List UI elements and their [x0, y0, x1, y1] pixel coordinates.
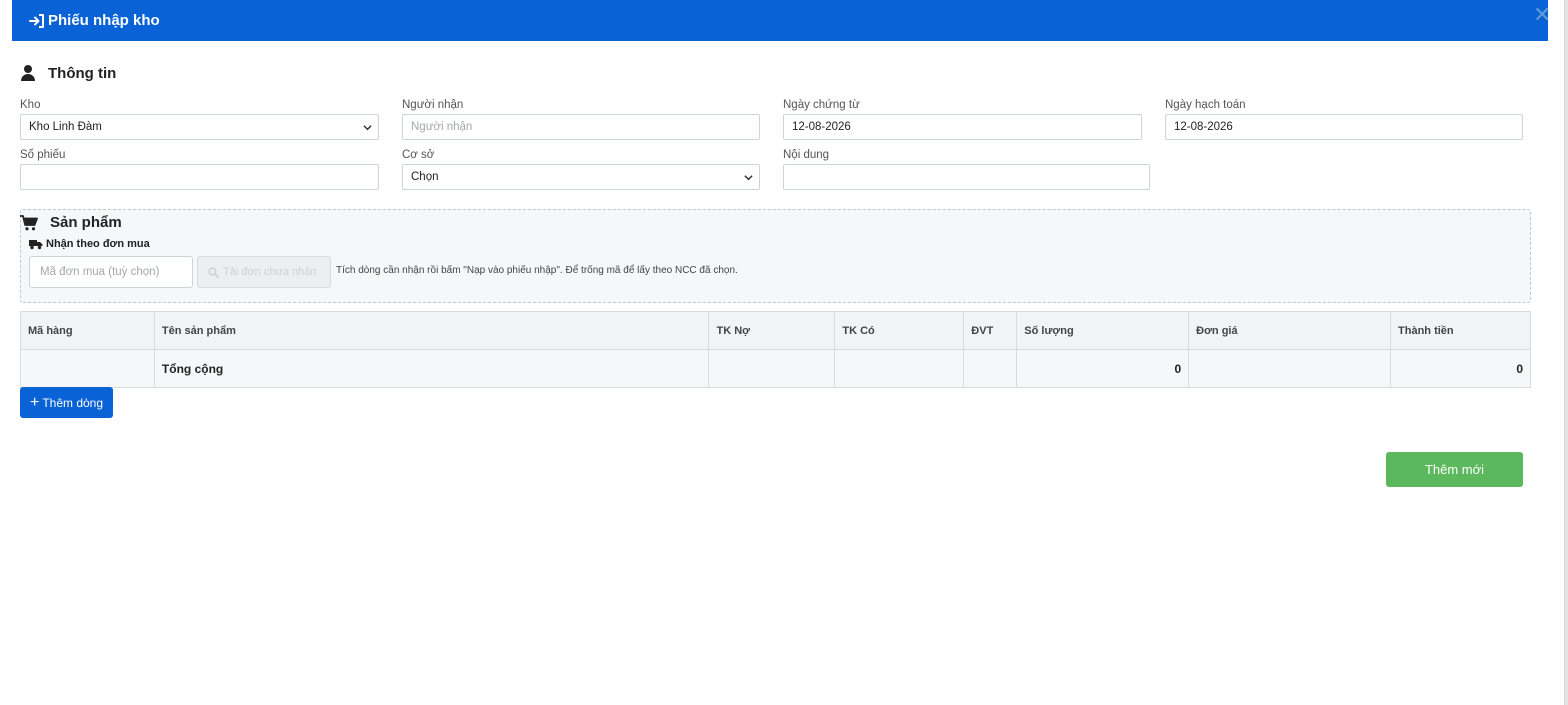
nguoi-nhan-placeholder: Người nhận	[411, 121, 473, 133]
noi-dung-label: Nội dung	[783, 149, 830, 161]
total-empty-cell	[708, 349, 836, 388]
nguoi-nhan-label: Người nhận	[402, 99, 464, 111]
col-tk-no: TK Nợ	[708, 311, 836, 350]
noi-dung-field: Nội dung	[783, 148, 1150, 190]
load-pending-orders-button[interactable]: Tải đơn chưa nhận	[197, 256, 331, 288]
po-code-input[interactable]: Mã đơn mua (tuỳ chọn)	[29, 256, 193, 288]
chevron-down-icon	[363, 125, 372, 131]
col-tk-co: TK Có	[834, 311, 965, 350]
co-so-field: Cơ sở Chọn	[402, 148, 760, 190]
kho-label: Kho	[20, 99, 41, 111]
products-title-text: Sản phẩm	[50, 214, 122, 231]
total-empty-cell	[963, 349, 1018, 388]
col-thanh-tien: Thành tiền	[1390, 311, 1531, 350]
total-label: Tổng cộng	[153, 349, 710, 388]
info-title-text: Thông tin	[48, 64, 117, 82]
total-amount: 0	[1390, 349, 1531, 388]
sign-in-icon	[28, 12, 46, 30]
search-icon	[208, 266, 220, 278]
col-dvt: ĐVT	[963, 311, 1018, 350]
co-so-value: Chọn	[411, 171, 439, 183]
cart-icon	[20, 214, 38, 231]
so-phieu-label: Số phiếu	[20, 149, 66, 161]
info-section-title: Thông tin	[20, 64, 116, 82]
po-code-placeholder: Mã đơn mua (tuỳ chọn)	[40, 266, 160, 278]
table-header-row: Mã hàng Tên sản phẩm TK Nợ TK Có ĐVT Số …	[20, 311, 1531, 350]
noi-dung-input[interactable]	[783, 164, 1150, 190]
products-table: Mã hàng Tên sản phẩm TK Nợ TK Có ĐVT Số …	[20, 311, 1531, 388]
modal-title: Phiếu nhập kho	[48, 12, 160, 29]
co-so-label: Cơ sở	[402, 149, 435, 161]
scrollbar[interactable]	[1564, 0, 1568, 705]
add-row-button[interactable]: + Thêm dòng	[20, 387, 113, 418]
modal-header: Phiếu nhập kho	[12, 0, 1548, 41]
col-so-luong: Số lượng	[1016, 311, 1190, 350]
po-label: Nhận theo đơn mua	[29, 238, 150, 250]
plus-icon: +	[29, 393, 40, 411]
kho-select[interactable]: Kho Linh Đàm	[20, 114, 379, 140]
total-empty-cell	[1188, 349, 1392, 388]
ngay-hach-toan-label: Ngày hạch toán	[1165, 99, 1246, 111]
col-don-gia: Đơn giá	[1188, 311, 1392, 350]
nguoi-nhan-input[interactable]: Người nhận	[402, 114, 760, 140]
so-phieu-input[interactable]	[20, 164, 379, 190]
nguoi-nhan-field: Người nhận Người nhận	[402, 98, 760, 140]
so-phieu-field: Số phiếu	[20, 148, 379, 190]
ngay-hach-toan-value: 12-08-2026	[1174, 121, 1233, 133]
submit-label: Thêm mới	[1424, 462, 1485, 477]
truck-icon	[29, 239, 43, 250]
ngay-chung-tu-field: Ngày chứng từ 12-08-2026	[783, 98, 1142, 140]
submit-button[interactable]: Thêm mới	[1386, 452, 1523, 487]
kho-field: Kho Kho Linh Đàm	[20, 98, 379, 140]
po-hint-text: Tích dòng cần nhận rồi bấm "Nạp vào phiế…	[336, 265, 738, 276]
chevron-down-icon	[744, 175, 753, 181]
co-so-select[interactable]: Chọn	[402, 164, 760, 190]
products-section-title: Sản phẩm	[20, 214, 122, 231]
total-empty-cell	[834, 349, 965, 388]
ngay-hach-toan-input[interactable]: 12-08-2026	[1165, 114, 1523, 140]
user-icon	[20, 64, 36, 82]
kho-value: Kho Linh Đàm	[29, 121, 102, 133]
total-row: Tổng cộng 0 0	[20, 349, 1531, 388]
ngay-chung-tu-label: Ngày chứng từ	[783, 99, 860, 111]
add-row-label: Thêm dòng	[42, 395, 104, 410]
col-ma-hang: Mã hàng	[20, 311, 155, 350]
total-empty-cell	[20, 349, 155, 388]
po-label-text: Nhận theo đơn mua	[46, 238, 150, 250]
ngay-hach-toan-field: Ngày hạch toán 12-08-2026	[1165, 98, 1523, 140]
load-pending-orders-label: Tải đơn chưa nhận	[223, 266, 317, 278]
col-ten-san-pham: Tên sản phẩm	[153, 311, 710, 350]
close-icon[interactable]: ✕	[1533, 4, 1551, 26]
ngay-chung-tu-input[interactable]: 12-08-2026	[783, 114, 1142, 140]
total-quantity: 0	[1016, 349, 1190, 388]
ngay-chung-tu-value: 12-08-2026	[792, 121, 851, 133]
